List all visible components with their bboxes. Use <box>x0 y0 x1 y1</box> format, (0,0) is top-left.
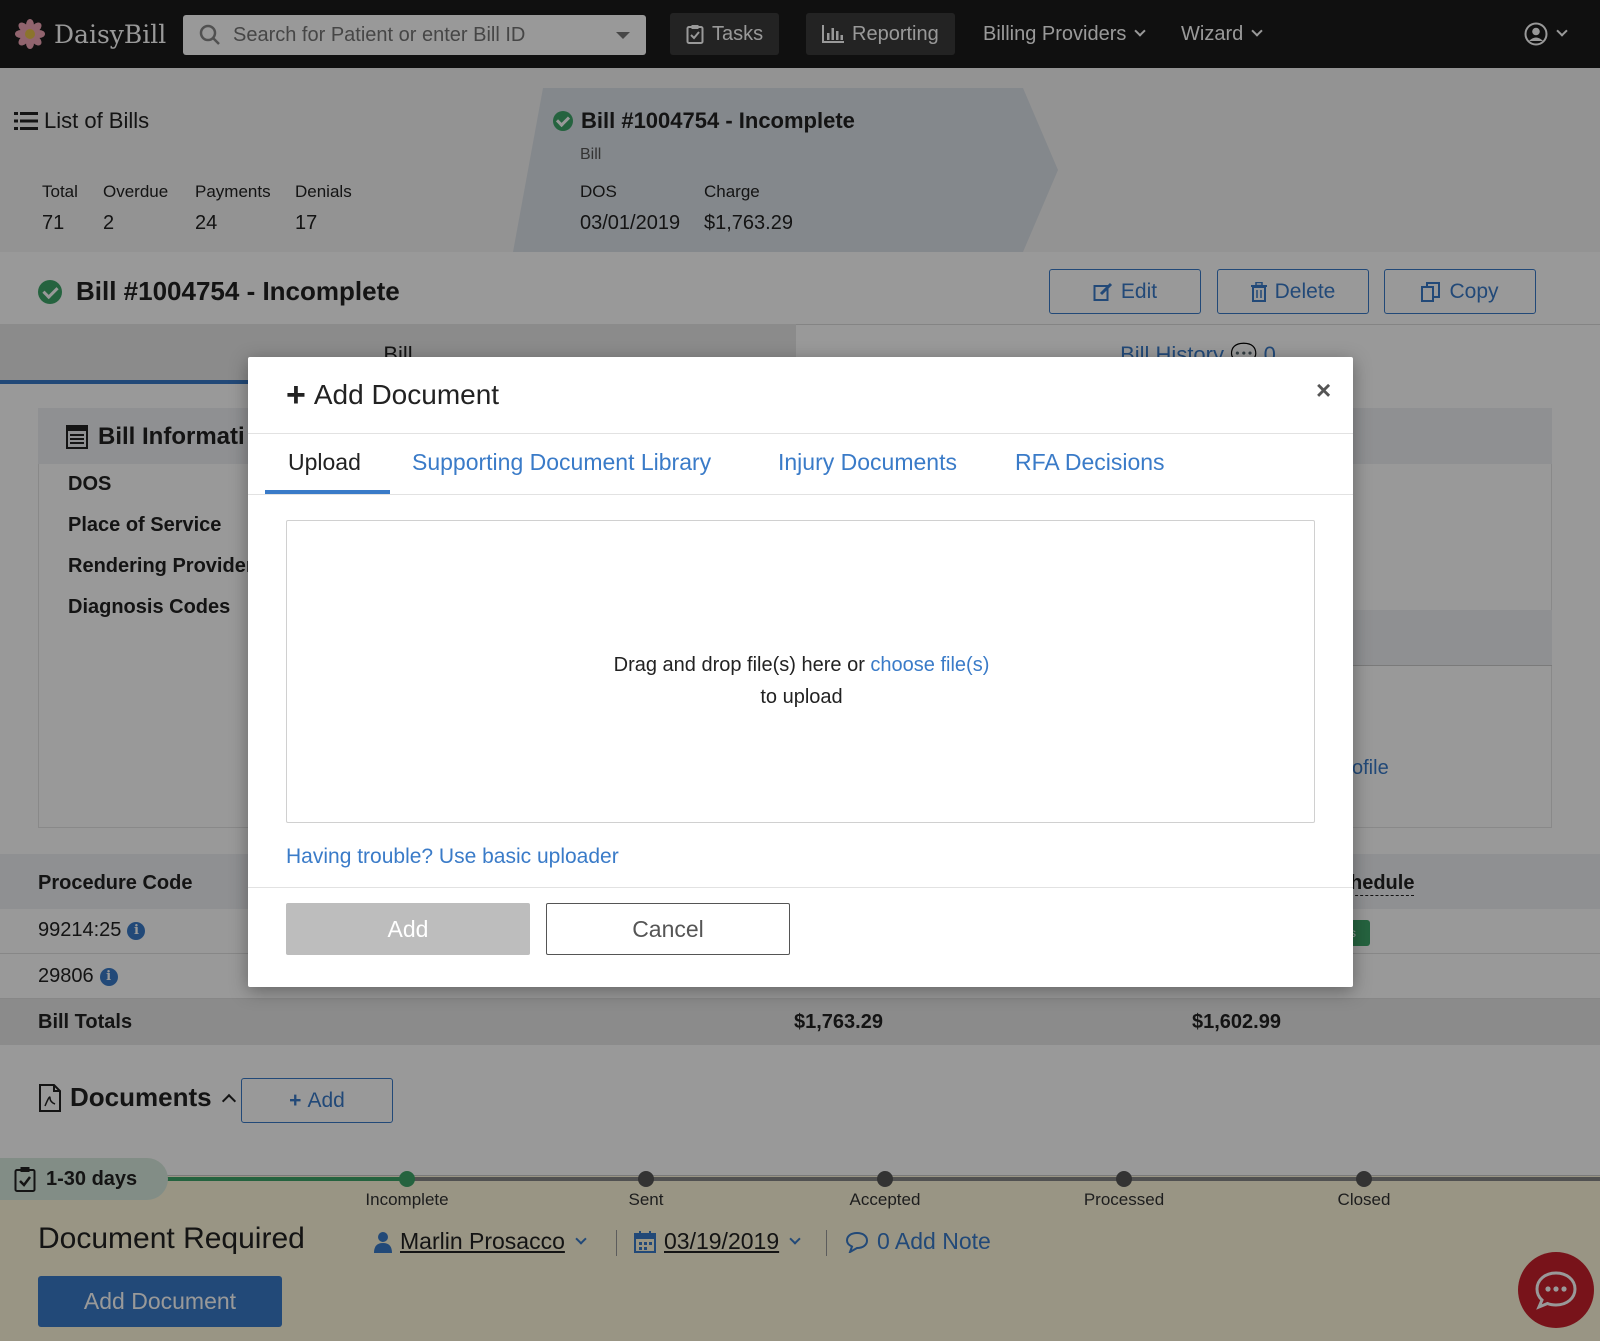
tab-upload[interactable]: Upload <box>288 449 361 476</box>
choose-files-link[interactable]: choose file(s) <box>870 654 989 676</box>
modal-title: + Add Document <box>286 376 500 414</box>
close-icon[interactable]: × <box>1316 375 1331 406</box>
add-document-modal: + Add Document × Upload Supporting Docum… <box>248 357 1353 987</box>
add-button[interactable]: Add <box>286 903 530 955</box>
drop-zone-text-after: to upload <box>760 686 843 708</box>
tab-rfa-decisions[interactable]: RFA Decisions <box>1015 449 1165 476</box>
tab-supporting-document-library[interactable]: Supporting Document Library <box>412 449 711 476</box>
plus-icon: + <box>286 376 306 414</box>
file-drop-zone[interactable]: Drag and drop file(s) here or choose fil… <box>286 520 1315 823</box>
tab-injury-documents[interactable]: Injury Documents <box>778 449 957 476</box>
modal-title-text: Add Document <box>313 379 500 410</box>
divider <box>248 494 1353 495</box>
basic-uploader-link[interactable]: Having trouble? Use basic uploader <box>286 845 619 869</box>
divider <box>248 433 1353 434</box>
divider <box>248 887 1353 888</box>
cancel-button[interactable]: Cancel <box>546 903 790 955</box>
drop-zone-text-before: Drag and drop file(s) here or <box>613 654 865 676</box>
drop-zone-text: Drag and drop file(s) here or choose fil… <box>287 649 1316 713</box>
